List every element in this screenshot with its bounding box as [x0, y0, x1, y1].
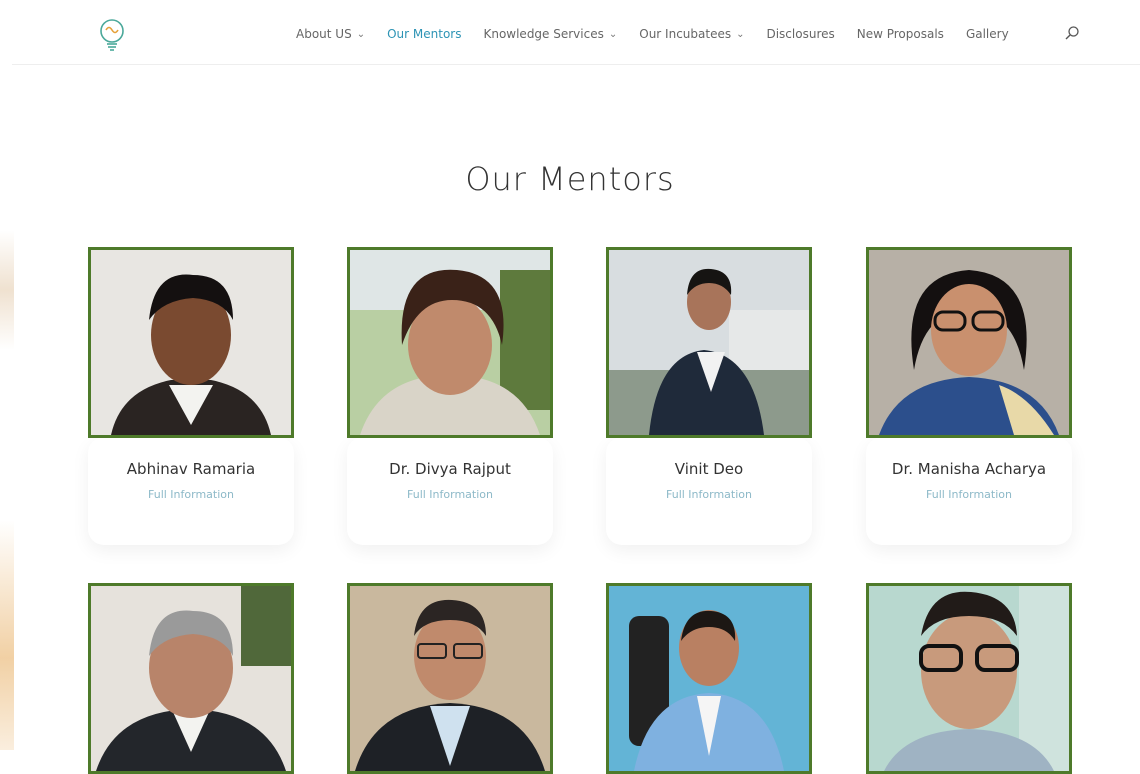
full-information-link[interactable]: Full Information — [606, 488, 812, 501]
nav-item-our-incubatees[interactable]: Our Incubatees ⌄ — [639, 27, 744, 41]
mentor-photo — [88, 583, 294, 774]
nav-item-our-mentors[interactable]: Our Mentors — [387, 27, 461, 41]
page-title: Our Mentors — [465, 160, 675, 198]
nav-item-label: Our Incubatees — [639, 27, 732, 41]
mentor-photo — [347, 247, 553, 438]
nav-item-label: Gallery — [965, 27, 1009, 41]
search-icon[interactable] — [1064, 25, 1080, 41]
mentor-name: Vinit Deo — [674, 460, 744, 478]
main-nav: About US ⌄ Our Mentors Knowledge Service… — [296, 27, 1031, 41]
full-information-link[interactable]: Full Information — [866, 488, 1072, 501]
nav-item-knowledge-services[interactable]: Knowledge Services ⌄ — [483, 27, 617, 41]
full-information-link[interactable]: Full Information — [347, 488, 553, 501]
site-header: About US ⌄ Our Mentors Knowledge Service… — [12, 0, 1140, 65]
lightbulb-logo-icon[interactable] — [94, 16, 130, 52]
full-information-link[interactable]: Full Information — [88, 488, 294, 501]
mentor-photo — [866, 247, 1072, 438]
nav-item-gallery[interactable]: Gallery — [966, 27, 1009, 41]
mentor-photo — [606, 247, 812, 438]
decorative-edge-sketch — [0, 230, 14, 350]
mentor-photo — [347, 583, 553, 774]
nav-item-label: Knowledge Services — [483, 27, 604, 41]
chevron-down-icon: ⌄ — [608, 28, 618, 40]
mentor-photo — [606, 583, 812, 774]
mentor-photo — [88, 247, 294, 438]
nav-item-new-proposals[interactable]: New Proposals — [857, 27, 944, 41]
decorative-edge-sketch — [0, 520, 14, 750]
mentor-name: Dr. Manisha Acharya — [891, 460, 1047, 478]
chevron-down-icon: ⌄ — [356, 28, 366, 40]
mentor-name: Dr. Divya Rajput — [389, 460, 511, 478]
nav-item-label: Disclosures — [766, 27, 835, 41]
nav-item-label: Our Mentors — [387, 27, 462, 41]
nav-item-about-us[interactable]: About US ⌄ — [296, 27, 365, 41]
nav-item-label: About US — [296, 27, 352, 41]
mentor-photo — [866, 583, 1072, 774]
nav-item-label: New Proposals — [856, 27, 944, 41]
chevron-down-icon: ⌄ — [736, 28, 745, 40]
mentor-name: Abhinav Ramaria — [126, 460, 256, 478]
nav-item-disclosures[interactable]: Disclosures — [766, 27, 834, 41]
